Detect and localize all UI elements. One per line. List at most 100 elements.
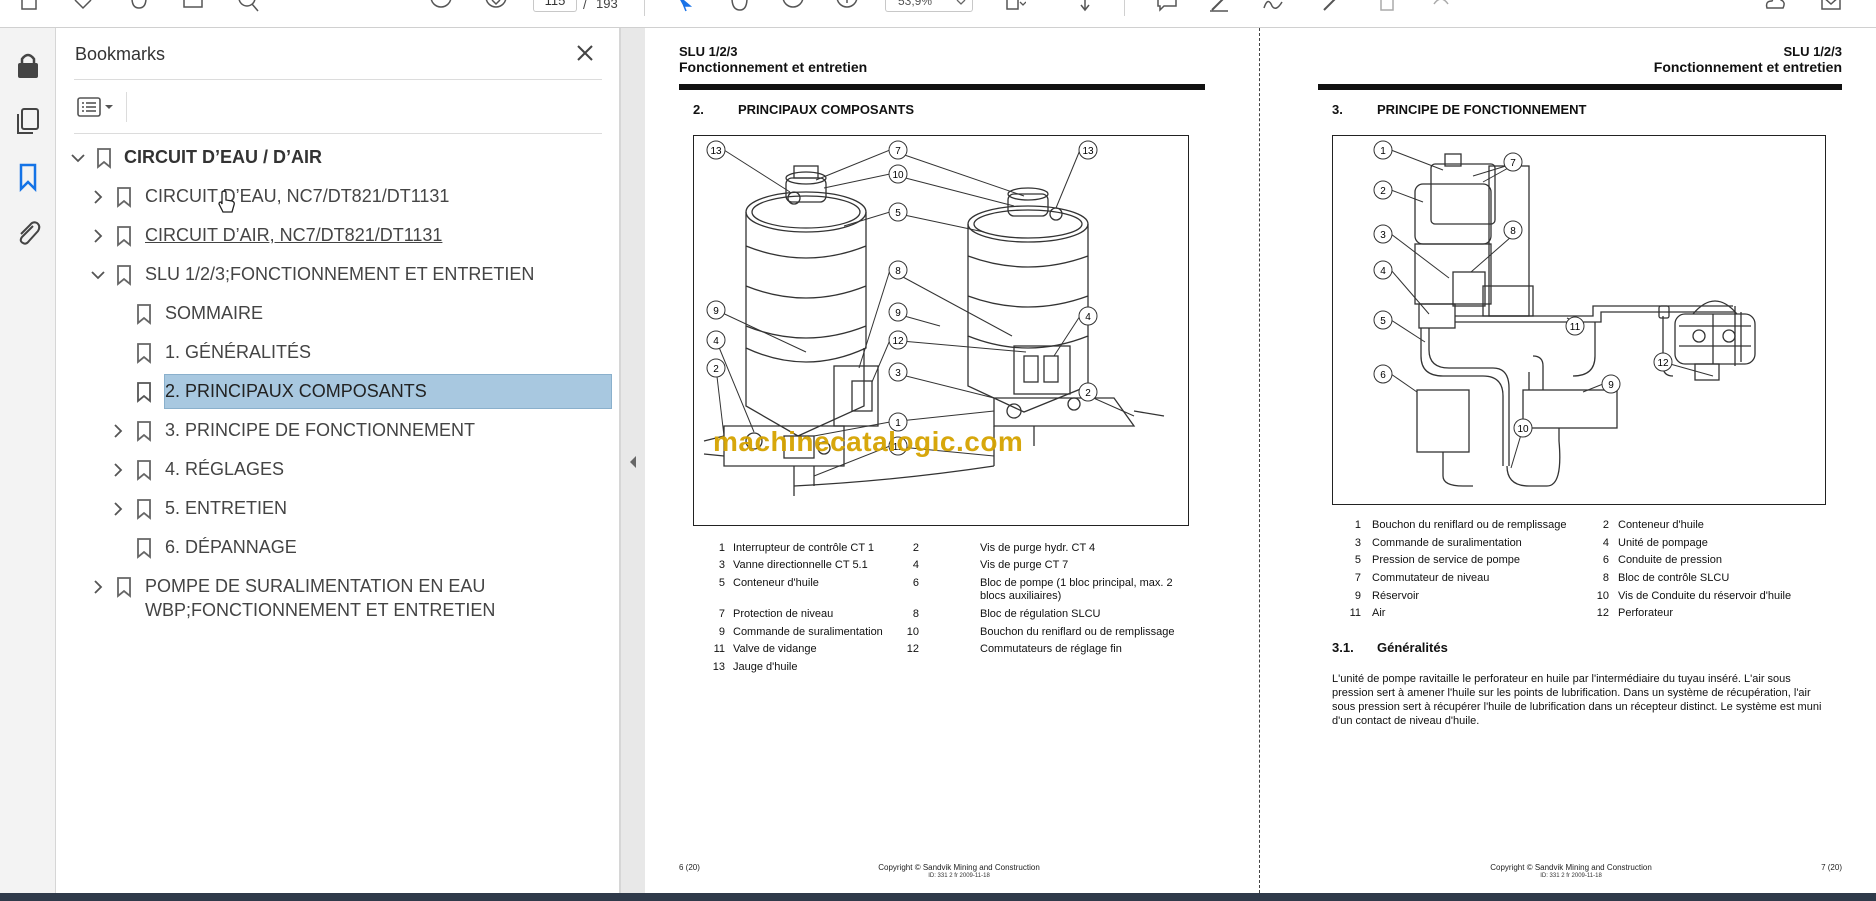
delete-icon[interactable] xyxy=(1376,0,1398,12)
scroll-icon[interactable] xyxy=(1074,0,1096,12)
bookmark-item[interactable]: POMPE DE SURALIMENTATION EN EAU WBP;FONC… xyxy=(56,569,620,629)
document-view[interactable]: SLU 1/2/3 Fonctionnement et entretien 2.… xyxy=(645,28,1876,893)
zoom-level-select[interactable]: 53,9% xyxy=(885,0,973,12)
bookmark-item[interactable]: 4. RÉGLAGES xyxy=(56,452,620,488)
bookmark-label[interactable]: CIRCUIT D’EAU / D’AIR xyxy=(124,146,322,168)
page-down-icon[interactable] xyxy=(485,0,507,12)
bookmark-label[interactable]: 2. PRINCIPAUX COMPOSANTS xyxy=(165,380,427,402)
page-up-icon[interactable] xyxy=(430,0,452,12)
legend-text: Perforateur xyxy=(1618,607,1674,619)
bookmark-item[interactable]: SLU 1/2/3;FONCTIONNEMENT ET ENTRETIEN xyxy=(56,257,620,293)
bookmark-item[interactable]: CIRCUIT D’EAU, NC7/DT821/DT1131 xyxy=(56,179,620,215)
callout-10: 10 xyxy=(1513,418,1533,438)
chevron-right-icon[interactable] xyxy=(89,188,107,206)
chevron-right-icon[interactable] xyxy=(109,422,127,440)
callout-5: 5 xyxy=(888,202,908,222)
fit-page-icon[interactable] xyxy=(1004,0,1026,12)
star-icon[interactable] xyxy=(72,0,94,12)
section-title: PRINCIPE DE FONCTIONNEMENT xyxy=(1377,102,1587,117)
panel-divider xyxy=(74,133,602,134)
chevron-right-icon[interactable] xyxy=(109,461,127,479)
section-number: 2. xyxy=(693,102,704,117)
svg-text:4: 4 xyxy=(1085,312,1091,323)
lock-icon[interactable] xyxy=(13,50,43,80)
callout-8: 8 xyxy=(888,260,908,280)
zoom-in-icon[interactable] xyxy=(836,0,858,12)
bookmarks-panel: Bookmarks CIRCUIT D’EAU / D’AIR CIRCUIT … xyxy=(56,28,620,901)
bookmark-label[interactable]: CIRCUIT D’AIR, NC7/DT821/DT1131 xyxy=(145,224,442,246)
bookmark-icon[interactable] xyxy=(13,162,43,193)
legend-number: 9 xyxy=(1354,590,1361,602)
bookmark-label-line1[interactable]: POMPE DE SURALIMENTATION EN EAU xyxy=(145,575,485,597)
bookmark-item[interactable]: 3. PRINCIPE DE FONCTIONNEMENT xyxy=(56,413,620,449)
bookmark-label[interactable]: 3. PRINCIPE DE FONCTIONNEMENT xyxy=(165,419,475,441)
callout-1: 1 xyxy=(1373,140,1393,160)
collapse-left-icon[interactable] xyxy=(627,454,639,470)
svg-text:13: 13 xyxy=(710,146,722,157)
legend-text: Pression de service de pompe xyxy=(1372,554,1520,566)
bookmark-label[interactable]: CIRCUIT D’EAU, NC7/DT821/DT1131 xyxy=(145,185,449,207)
legend-number: 10 xyxy=(906,626,919,638)
chevron-down-icon[interactable] xyxy=(69,149,87,167)
undo-icon[interactable] xyxy=(1430,0,1452,12)
chevron-right-icon[interactable] xyxy=(109,500,127,518)
bookmark-item-selected[interactable]: 2. PRINCIPAUX COMPOSANTS xyxy=(56,374,620,410)
legend-number: 5 xyxy=(1354,554,1361,566)
legend-number: 2 xyxy=(1602,519,1609,531)
save-icon[interactable] xyxy=(18,0,40,12)
upload-icon[interactable] xyxy=(128,0,150,12)
legend-number: 4 xyxy=(1602,537,1609,549)
bookmark-flag-icon xyxy=(95,147,113,169)
chevron-right-icon[interactable] xyxy=(89,578,107,596)
bookmark-item[interactable]: CIRCUIT D’AIR, NC7/DT821/DT1131 xyxy=(56,218,620,254)
legend-number: 9 xyxy=(718,626,725,638)
legend-text: Réservoir xyxy=(1372,590,1420,602)
header-code: SLU 1/2/3 xyxy=(1783,44,1842,59)
callout-2: 2 xyxy=(706,358,726,378)
legend-text: Commande de suralimentation xyxy=(733,626,883,638)
bookmark-label[interactable]: 4. RÉGLAGES xyxy=(165,458,284,480)
hand-icon[interactable] xyxy=(728,0,750,12)
bookmark-item[interactable]: CIRCUIT D’EAU / D’AIR xyxy=(56,140,620,176)
zoom-out-icon[interactable] xyxy=(782,0,804,12)
edit-icon[interactable] xyxy=(1320,0,1342,12)
legend-number: 3 xyxy=(1354,537,1361,549)
legend-text: Vis de purge hydr. CT 4 xyxy=(980,542,1096,554)
bookmark-item[interactable]: 5. ENTRETIEN xyxy=(56,491,620,527)
svg-text:9: 9 xyxy=(1608,380,1614,391)
panel-collapse-handle[interactable] xyxy=(620,28,645,901)
bookmark-label[interactable]: 1. GÉNÉRALITÉS xyxy=(165,341,311,363)
callout-6: 6 xyxy=(1373,364,1393,384)
mail-icon[interactable] xyxy=(1820,0,1842,12)
left-rail xyxy=(0,28,56,901)
header-title: Fonctionnement et entretien xyxy=(1653,59,1842,75)
bookmark-label-line2[interactable]: WBP;FONCTIONNEMENT ET ENTRETIEN xyxy=(145,599,495,621)
bookmark-label[interactable]: 6. DÉPANNAGE xyxy=(165,536,297,558)
legend-number: 13 xyxy=(712,661,725,673)
close-icon[interactable] xyxy=(574,42,596,64)
select-arrow-icon[interactable] xyxy=(674,0,696,12)
bookmark-label[interactable]: SOMMAIRE xyxy=(165,302,263,324)
bookmark-options-icon[interactable] xyxy=(74,92,120,122)
cloud-icon[interactable] xyxy=(1764,0,1786,12)
bookmark-label[interactable]: SLU 1/2/3;FONCTIONNEMENT ET ENTRETIEN xyxy=(145,263,534,285)
bookmark-label[interactable]: 5. ENTRETIEN xyxy=(165,497,287,519)
bookmark-item[interactable]: 6. DÉPANNAGE xyxy=(56,530,620,566)
highlight-icon[interactable] xyxy=(1208,0,1230,12)
legend-number: 11 xyxy=(1349,607,1361,619)
pages-icon[interactable] xyxy=(13,106,43,136)
legend-number: 12 xyxy=(906,643,919,655)
comment-icon[interactable] xyxy=(1156,0,1178,12)
sign-icon[interactable] xyxy=(1262,0,1284,12)
svg-text:11: 11 xyxy=(1570,322,1581,333)
options-divider xyxy=(126,92,127,122)
bookmark-item[interactable]: SOMMAIRE xyxy=(56,296,620,332)
attachment-icon[interactable] xyxy=(13,218,43,248)
page-number-input[interactable]: 115 xyxy=(533,0,577,12)
search-icon[interactable] xyxy=(238,0,260,12)
chevron-right-icon[interactable] xyxy=(89,227,107,245)
bookmark-item[interactable]: 1. GÉNÉRALITÉS xyxy=(56,335,620,371)
components-figure: 13 7 13 10 5 8 9 9 4 4 12 2 3 2 1 11 xyxy=(693,135,1189,526)
print-icon[interactable] xyxy=(182,0,204,12)
chevron-down-icon[interactable] xyxy=(89,266,107,284)
